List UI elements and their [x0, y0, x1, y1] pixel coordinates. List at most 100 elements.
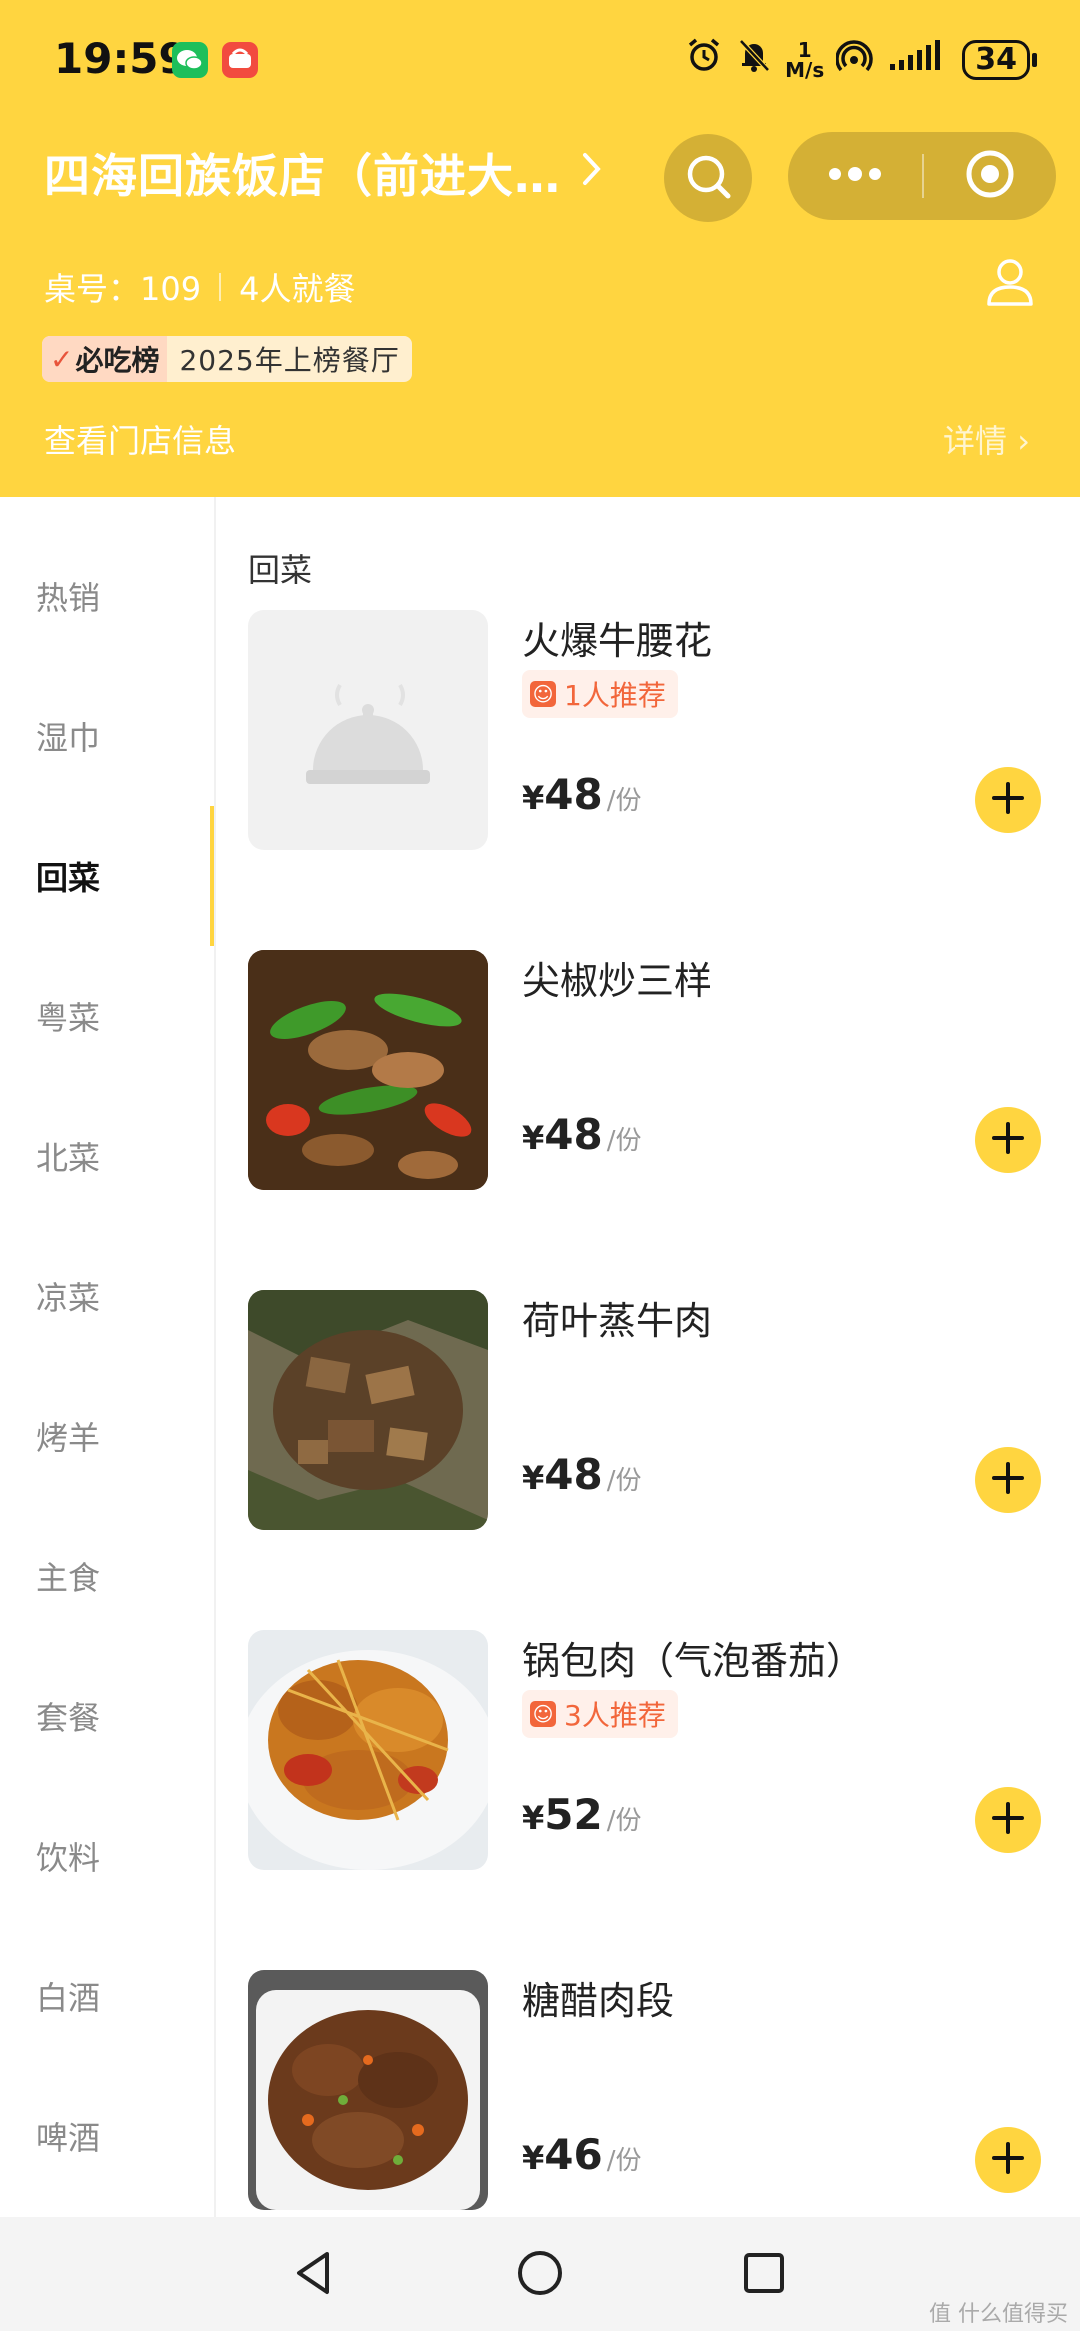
details-link[interactable]: 详情 ›	[943, 416, 1030, 462]
nav-back-button[interactable]	[286, 2247, 342, 2303]
dish-photo	[248, 1630, 488, 1870]
must-eat-rank-badge[interactable]: ✓ 必吃榜 2025年上榜餐厅	[42, 336, 412, 382]
dish-photo	[248, 950, 488, 1190]
recommend-icon: ☺	[530, 681, 556, 707]
sidebar-item-hui-cuisine[interactable]: 回菜	[36, 853, 100, 899]
price-amount: 48	[544, 1110, 603, 1159]
sidebar-item-wipes[interactable]: 湿巾	[36, 713, 100, 759]
store-title-link[interactable]: 四海回族饭店（前进大…	[44, 140, 603, 206]
sidebar-item-roast-lamb[interactable]: 烤羊	[36, 1413, 100, 1459]
currency-symbol: ¥	[522, 1799, 545, 1837]
dish-item[interactable]: 荷叶蒸牛肉 ¥ 48 /份	[248, 1290, 1048, 1530]
recommend-badge: ☺ 1人推荐	[522, 670, 678, 718]
add-to-cart-button[interactable]	[975, 2127, 1041, 2193]
user-icon	[982, 259, 1038, 314]
nav-home-button[interactable]	[512, 2247, 568, 2303]
signal-icon	[888, 38, 950, 81]
search-icon	[682, 150, 734, 206]
recommend-text: 1人推荐	[564, 679, 666, 712]
price-unit: /份	[606, 2146, 642, 2176]
recents-square-icon	[739, 2248, 789, 2302]
rank-label-box: ✓ 必吃榜	[42, 336, 168, 382]
recommend-icon: ☺	[530, 1701, 556, 1727]
sidebar-item-drinks[interactable]: 饮料	[36, 1833, 100, 1879]
miniprogram-capsule	[788, 132, 1056, 220]
header: 19:59 1 M/s 34 四海回族饭店（前进大… 桌号：109 4人就餐 ✓…	[0, 0, 1080, 497]
rank-text: 2025年上榜餐厅	[179, 344, 400, 377]
add-to-cart-button[interactable]	[975, 1107, 1041, 1173]
price-amount: 48	[544, 1450, 603, 1499]
currency-symbol: ¥	[522, 1459, 545, 1497]
watermark: 值 什么值得买	[929, 2302, 1068, 2327]
price-unit: /份	[606, 1806, 642, 1836]
sidebar-item-cold-dishes[interactable]: 凉菜	[36, 1273, 100, 1319]
currency-symbol: ¥	[522, 779, 545, 817]
dish-name: 火爆牛腰花	[522, 619, 713, 663]
add-to-cart-button[interactable]	[975, 767, 1041, 833]
dish-price: ¥ 46 /份	[522, 2130, 641, 2179]
dish-name: 糖醋肉段	[522, 1979, 675, 2023]
sidebar-item-staple[interactable]: 主食	[36, 1553, 100, 1599]
net-speed-unit: M/s	[785, 57, 825, 82]
sidebar-item-baijiu[interactable]: 白酒	[36, 1973, 100, 2019]
dish-item[interactable]: 锅包肉（气泡番茄） ☺ 3人推荐 ¥ 52 /份	[248, 1630, 1048, 1870]
sidebar-item-beer[interactable]: 啤酒	[36, 2113, 100, 2159]
section-title: 回菜	[248, 551, 313, 589]
sidebar-item-hot[interactable]: 热销	[36, 573, 100, 619]
store-info-link[interactable]: 查看门店信息	[44, 416, 236, 462]
dish-photo	[248, 1970, 488, 2210]
plus-icon	[990, 1120, 1026, 1160]
divider	[219, 273, 222, 301]
user-profile-button[interactable]	[982, 254, 1038, 310]
price-unit: /份	[606, 1466, 642, 1496]
cloche-icon	[306, 683, 430, 784]
plus-icon	[990, 1460, 1026, 1500]
currency-symbol: ¥	[522, 1119, 545, 1157]
mute-bell-icon	[735, 36, 773, 83]
price-amount: 52	[544, 1790, 603, 1839]
sidebar-item-cantonese[interactable]: 粤菜	[36, 993, 100, 1039]
dish-item[interactable]: 糖醋肉段 ¥ 46 /份	[248, 1970, 1048, 2210]
sidebar-item-northern[interactable]: 北菜	[36, 1133, 100, 1179]
home-circle-icon	[515, 2248, 565, 2302]
dish-name: 锅包肉（气泡番茄）	[522, 1639, 865, 1683]
recommend-badge: ☺ 3人推荐	[522, 1690, 678, 1738]
close-miniprogram-button[interactable]	[924, 132, 1056, 220]
chevron-right-icon	[581, 146, 603, 200]
dish-placeholder-image	[248, 610, 488, 850]
more-dots-icon	[827, 166, 883, 186]
status-time: 19:59	[54, 34, 188, 83]
add-to-cart-button[interactable]	[975, 1447, 1041, 1513]
price-amount: 48	[544, 770, 603, 819]
rank-label: 必吃榜	[75, 344, 160, 377]
diner-count: 4人就餐	[239, 270, 356, 308]
search-button[interactable]	[664, 134, 752, 222]
dish-photo	[248, 1290, 488, 1530]
plus-icon	[990, 2140, 1026, 2180]
price-unit: /份	[606, 1126, 642, 1156]
network-speed: 1 M/s	[785, 40, 824, 80]
dish-item[interactable]: 火爆牛腰花 ☺ 1人推荐 ¥ 48 /份	[248, 610, 1048, 850]
back-triangle-icon	[289, 2248, 339, 2302]
check-icon: ✓	[50, 342, 74, 376]
currency-symbol: ¥	[522, 2139, 545, 2177]
meituan-notification-icon	[222, 42, 258, 78]
plus-icon	[990, 1800, 1026, 1840]
price-amount: 46	[544, 2130, 603, 2179]
active-category-indicator	[210, 806, 214, 946]
hotspot-icon	[835, 36, 876, 83]
target-close-icon	[964, 148, 1016, 204]
status-bar: 19:59 1 M/s 34	[0, 0, 1080, 124]
table-info: 桌号：109 4人就餐	[44, 264, 355, 310]
dish-name: 荷叶蒸牛肉	[522, 1299, 713, 1343]
plus-icon	[990, 780, 1026, 820]
dish-name: 尖椒炒三样	[522, 959, 713, 1003]
system-navigation-bar	[0, 2217, 1080, 2331]
category-sidebar	[0, 497, 216, 2217]
sidebar-item-set-meal[interactable]: 套餐	[36, 1693, 100, 1739]
more-options-button[interactable]	[788, 132, 922, 220]
dish-price: ¥ 48 /份	[522, 1110, 641, 1159]
dish-item[interactable]: 尖椒炒三样 ¥ 48 /份	[248, 950, 1048, 1190]
nav-recents-button[interactable]	[736, 2247, 792, 2303]
add-to-cart-button[interactable]	[975, 1787, 1041, 1853]
